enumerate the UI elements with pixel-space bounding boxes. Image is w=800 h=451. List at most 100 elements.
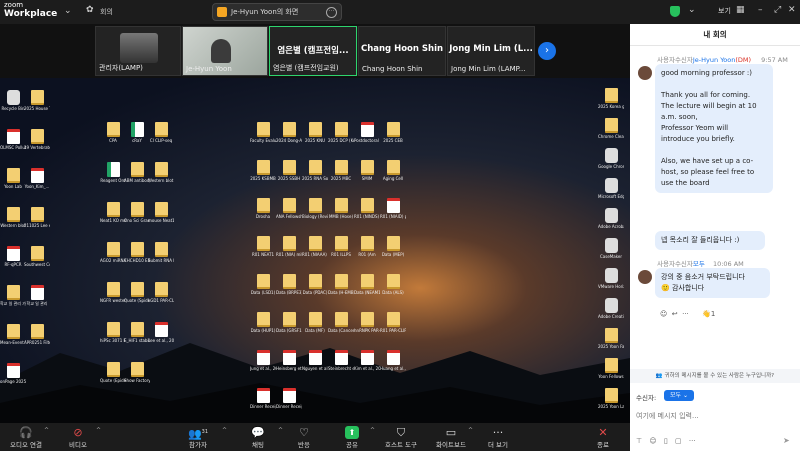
desktop-icon[interactable]: Show Factory Car Wash xyxy=(124,362,150,383)
desktop-icon[interactable]: E_HIF1 stability (oc... xyxy=(124,322,150,343)
desktop-icon[interactable]: onPage 2025 xyxy=(0,363,26,384)
view-button[interactable]: 보기 xyxy=(718,6,731,16)
desktop-icon[interactable]: Jung et al., 2024 FM C... xyxy=(250,350,276,371)
desktop-icon[interactable]: 2025 Korea gallery-... xyxy=(598,88,624,109)
meeting-info-icon[interactable]: ✿ xyxy=(86,5,94,15)
desktop-icon[interactable]: R01 PAR-CLIP xyxy=(380,312,406,333)
desktop-icon[interactable]: Data (MF) xyxy=(302,312,328,333)
chat-options-caret[interactable]: ^ xyxy=(278,427,283,434)
maximize-icon[interactable]: ⤢ xyxy=(774,5,781,15)
screenshot-icon[interactable]: ▢ xyxy=(675,437,682,445)
more-button[interactable]: ··· 더 보기 xyxy=(478,426,518,449)
desktop-icon[interactable]: Yoon Lab xyxy=(0,168,26,189)
desktop-icon[interactable]: Quote (Spider IDA) xyxy=(124,282,150,303)
desktop-icon[interactable]: 2025 RNA Society xyxy=(302,160,328,181)
desktop-icon[interactable]: Steinbrecht et al., 2024 PP... xyxy=(328,350,354,371)
desktop-icon[interactable]: Data (H-EMB) xyxy=(328,274,354,295)
message-actions[interactable]: ☺ ↩ ··· 👋1 xyxy=(660,310,715,318)
desktop-icon[interactable]: hiPSc 3071 FE_NEAT xyxy=(100,322,126,343)
desktop-icon[interactable]: R01 (NINDS) Hippo xyxy=(354,198,380,219)
desktop-icon[interactable]: Aging Cell xyxy=(380,160,406,181)
end-meeting-button[interactable]: ✕ 종료 xyxy=(583,426,623,449)
desktop-icon[interactable]: 2025 Yoon Lab (Ha... xyxy=(598,388,624,409)
desktop-icon[interactable]: APR0251 Filters xyxy=(24,324,50,345)
desktop-icon[interactable]: LGD1 PAR-CLIP xyxy=(148,282,174,303)
emoji-icon[interactable]: ☺ xyxy=(649,437,656,445)
desktop-icon[interactable]: R01 (Am xyxy=(354,236,380,257)
desktop-icon[interactable]: 2025 Yoon Family (Yo... xyxy=(598,328,624,349)
desktop-icon[interactable]: Chrome Cleaner xyxy=(598,118,624,139)
desktop-icon[interactable]: AGO2 miRNA-seq xyxy=(100,242,126,263)
desktop-icon[interactable]: cRaY xyxy=(124,122,150,143)
more-dots-icon[interactable]: ··· xyxy=(689,437,696,445)
participant-tile[interactable]: 관리자(LAMP) xyxy=(95,26,181,76)
desktop-icon[interactable]: R01 (NIAAA) Packet xyxy=(302,236,328,257)
participant-tile-active-speaker[interactable]: 염은별 (캠프전임... 염은별 (캠프전임교원) xyxy=(269,26,357,76)
desktop-icon[interactable]: R01 ILLPS xyxy=(328,236,354,257)
desktop-icon[interactable]: Drosha xyxy=(250,198,276,219)
desktop-icon[interactable]: Ono Sci Grant Approval F... xyxy=(124,202,150,223)
desktop-icon[interactable]: Biology (Review) xyxy=(302,198,328,219)
desktop-icon[interactable]: Google Chrome xyxy=(598,148,624,169)
desktop-icon[interactable]: Western blot images xyxy=(148,162,174,183)
desktop-icon[interactable]: RF-qPCR xyxy=(0,246,26,267)
desktop-icon[interactable]: hnRNPK PAR-CLIP xyxy=(354,312,380,333)
desktop-icon[interactable]: Heinsberg et al., 2024 Sc... xyxy=(276,350,302,371)
desktop-icon[interactable]: CPA xyxy=(100,122,126,143)
desktop-icon[interactable]: SMIM xyxy=(354,160,380,181)
desktop-icon[interactable]: 211025 Lee et al., 2025 ML xyxy=(24,207,50,228)
desktop-icon[interactable]: 2025 CEB xyxy=(380,122,406,143)
participant-tile[interactable]: Chang Hoon Shin Chang Hoon Shin xyxy=(358,26,446,76)
minimize-icon[interactable]: – xyxy=(758,5,763,15)
desktop-icon[interactable]: Faculty Evaluati... xyxy=(250,122,276,143)
send-icon[interactable]: ➤ xyxy=(783,436,790,445)
participant-tile[interactable]: Je-Hyun Yoon xyxy=(182,26,268,76)
desktop-icon[interactable]: Data (BRPE3) xyxy=(276,274,302,295)
desktop-icon[interactable]: Data (ALS) xyxy=(380,274,406,295)
desktop-icon[interactable]: R01 (NIAID) packet xyxy=(380,198,406,219)
desktop-icon[interactable]: 2025 MBC xyxy=(328,160,354,181)
desktop-icon[interactable]: Data (HUP1) xyxy=(250,312,276,333)
desktop-icon[interactable]: 2025 KSBMB xyxy=(250,160,276,181)
share-button[interactable]: ⬆ 공유 xyxy=(332,426,372,449)
desktop-icon[interactable]: Nguyen et al., 2024 Bi... xyxy=(302,350,328,371)
host-tools-button[interactable]: ⛉ 호스트 도구 xyxy=(378,426,424,449)
desktop-icon[interactable]: Adobe Acrobat xyxy=(598,208,624,229)
desktop-icon[interactable]: Mean-Event 100 xyxy=(0,324,26,345)
format-icon[interactable]: ⊤ xyxy=(636,437,642,445)
chevron-down-icon[interactable]: ⌄ xyxy=(688,5,696,15)
audio-options-caret[interactable]: ^ xyxy=(44,427,49,434)
desktop-icon[interactable]: R01 (NIA) mito xyxy=(276,236,302,257)
message-visibility-notice[interactable]: 👥 귀하의 메시지를 볼 수 있는 사람은 누구입니까? xyxy=(630,369,800,383)
participant-tile[interactable]: Jong Min Lim (L... Jong Min Lim (LAMP... xyxy=(447,26,535,76)
desktop-icon[interactable]: 2025 DCP (Korea) xyxy=(328,122,354,143)
desktop-icon[interactable]: ANA Fellowship xyxy=(276,198,302,219)
desktop-icon[interactable]: Western blot xyxy=(0,207,26,228)
desktop-icon[interactable]: 19 Vertebrate Animal_editi xyxy=(24,129,50,150)
desktop-icon[interactable]: R01 NEAT1 xyxy=(250,236,276,257)
desktop-icon[interactable]: Yoon_Kim_... xyxy=(24,168,50,189)
desktop-icon[interactable]: Kim et al., 2024 FVS xyxy=(354,350,380,371)
recipient-dropdown[interactable]: 모두 ⌄ xyxy=(664,390,694,401)
participants-button[interactable]: 👥31 참가자 xyxy=(178,426,218,449)
desktop-icon[interactable]: Adobe Creati... xyxy=(598,298,624,319)
desktop-icon[interactable]: Huang et al., 2024 mobili... xyxy=(380,350,406,371)
desktop-icon[interactable]: 2025 House Tax xyxy=(24,90,50,111)
desktop-icon[interactable]: CHCHD10 EBV Stable ... xyxy=(124,242,150,263)
desktop-icon[interactable]: Reagent Ord xyxy=(100,162,126,183)
desktop-icon[interactable]: CaseMaker xyxy=(598,238,624,259)
desktop-icon[interactable]: 2025 KNU xyxy=(302,122,328,143)
file-icon[interactable]: ▯ xyxy=(664,437,668,445)
close-icon[interactable]: ✕ xyxy=(788,5,796,15)
chat-message-input[interactable] xyxy=(636,406,794,426)
reactions-button[interactable]: ♡ 반응 xyxy=(284,426,324,449)
audio-button[interactable]: 🎧 오디오 연결 xyxy=(5,426,47,449)
desktop-icon[interactable]: Dinner Receipt (I... xyxy=(276,388,302,409)
desktop-icon[interactable]: Data (NEAM1) xyxy=(354,274,380,295)
desktop-icon[interactable]: Submit RNA Biology xyxy=(148,242,174,263)
desktop-icon[interactable]: Yoon Fellows xyxy=(598,358,624,379)
desktop-icon[interactable]: Recycle Bin xyxy=(0,90,26,111)
desktop-icon[interactable]: OLMSC Pollution xyxy=(0,129,26,150)
desktop-icon[interactable]: Quote (Epidemics) xyxy=(100,362,126,383)
desktop-icon[interactable]: Postdoctoral Scholar Ser... xyxy=(354,122,380,143)
